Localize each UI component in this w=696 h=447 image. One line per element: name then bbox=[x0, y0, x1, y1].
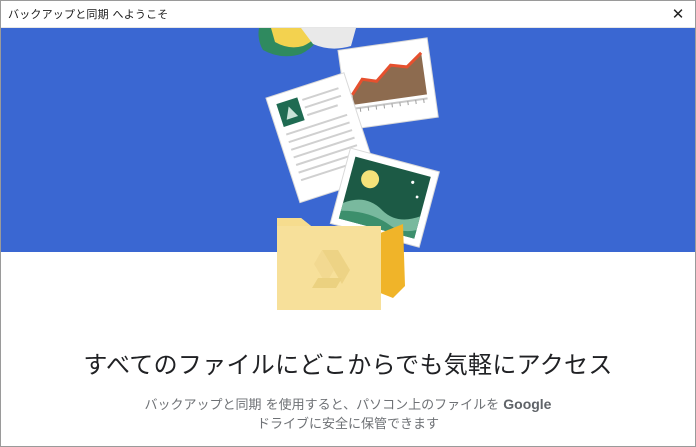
welcome-headline: すべてのファイルにどこからでも気軽にアクセス bbox=[83, 351, 613, 379]
close-icon: ✕ bbox=[671, 5, 685, 23]
description-line-1-text: バックアップと同期 を使用すると、パソコン上のファイルを bbox=[144, 398, 504, 413]
close-button[interactable]: ✕ bbox=[661, 1, 695, 27]
description-line-2: ドライブに安全に保管できます bbox=[256, 417, 439, 432]
window-title: バックアップと同期 へようこそ bbox=[8, 8, 169, 21]
title-bar: バックアップと同期 へようこそ ✕ bbox=[1, 1, 695, 28]
backup-illustration bbox=[258, 28, 440, 310]
app-window: バックアップと同期 へようこそ ✕ すべてのファイルにどこからでも気軽にアクセス… bbox=[0, 0, 696, 447]
description-line-1: バックアップと同期 を使用すると、パソコン上のファイルを Google bbox=[1, 395, 695, 415]
drive-folder-icon bbox=[277, 218, 405, 310]
hero-banner bbox=[1, 28, 695, 310]
welcome-description: バックアップと同期 を使用すると、パソコン上のファイルを Google ドライブ… bbox=[1, 395, 695, 434]
google-brand-text: Google bbox=[503, 396, 552, 412]
